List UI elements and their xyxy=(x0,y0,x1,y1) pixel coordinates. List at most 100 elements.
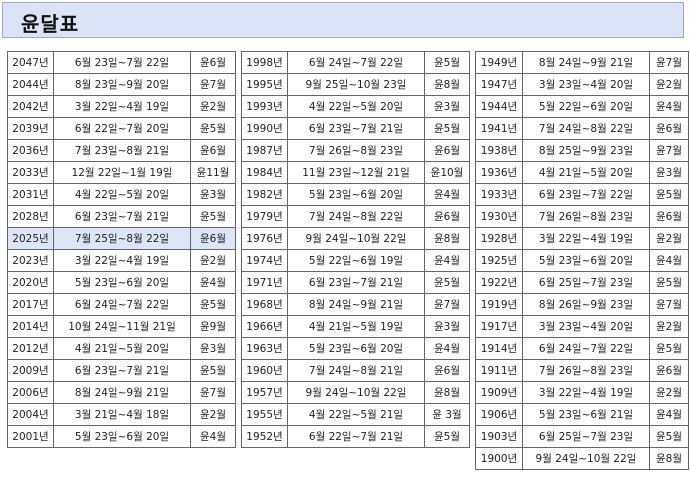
date-range-cell: 5월 23일~6월 21일 xyxy=(522,403,650,426)
date-range-cell: 6월 24일~7월 22일 xyxy=(522,337,650,360)
date-range-cell: 6월 22일~7월 20일 xyxy=(53,117,191,140)
year-cell: 1941년 xyxy=(475,117,523,140)
table-row: 2006년 8월 24일~9월 21일 윤7월 xyxy=(7,381,236,404)
leap-month-cell: 윤6월 xyxy=(190,227,236,250)
date-range-cell: 9월 24일~10월 22일 xyxy=(287,381,425,404)
title-bar: 윤달표 xyxy=(2,2,684,38)
date-range-cell: 6월 23일~7월 21일 xyxy=(287,271,425,294)
date-range-cell: 11월 23일~12월 21일 xyxy=(287,161,425,184)
leap-month-cell: 윤6월 xyxy=(649,205,689,228)
year-cell: 2004년 xyxy=(7,403,54,426)
year-cell: 1925년 xyxy=(475,249,523,272)
year-cell: 2023년 xyxy=(7,249,54,272)
date-range-cell: 10월 24일~11월 21일 xyxy=(53,315,191,338)
page-title: 윤달표 xyxy=(21,12,80,36)
date-range-cell: 6월 23일~7월 22일 xyxy=(522,183,650,206)
date-range-cell: 5월 23일~6월 20일 xyxy=(53,425,191,448)
date-range-cell: 9월 24일~10월 22일 xyxy=(522,447,650,470)
table-row: 1979년 7월 24일~8월 22일 윤6월 xyxy=(241,205,470,228)
table-row: 1987년 7월 26일~8월 23일 윤6월 xyxy=(241,139,470,162)
leap-month-cell: 윤4월 xyxy=(649,403,689,426)
table-row: 2009년 6월 23일~7월 21일 윤5월 xyxy=(7,359,236,382)
leap-month-cell: 윤5월 xyxy=(190,205,236,228)
date-range-cell: 6월 25일~7월 23일 xyxy=(522,425,650,448)
date-range-cell: 9월 24일~10월 22일 xyxy=(287,227,425,250)
year-cell: 1938년 xyxy=(475,139,523,162)
date-range-cell: 8월 26일~9월 23일 xyxy=(522,293,650,316)
date-range-cell: 5월 23일~6월 20일 xyxy=(522,249,650,272)
table-row: 1906년 5월 23일~6월 21일 윤4월 xyxy=(475,403,689,426)
leap-month-cell: 윤3월 xyxy=(424,315,470,338)
date-range-cell: 3월 21일~4월 18일 xyxy=(53,403,191,426)
leap-month-cell: 윤6월 xyxy=(649,359,689,382)
year-cell: 1922년 xyxy=(475,271,523,294)
year-cell: 1960년 xyxy=(241,359,288,382)
date-range-cell: 6월 24일~7월 22일 xyxy=(287,51,425,74)
year-cell: 1947년 xyxy=(475,73,523,96)
year-cell: 1909년 xyxy=(475,381,523,404)
leap-month-cell: 윤3월 xyxy=(190,183,236,206)
leap-month-cell: 윤5월 xyxy=(649,183,689,206)
year-cell: 1936년 xyxy=(475,161,523,184)
year-cell: 2020년 xyxy=(7,271,54,294)
date-range-cell: 5월 22일~6월 19일 xyxy=(287,249,425,272)
date-range-cell: 7월 24일~8월 21일 xyxy=(287,359,425,382)
year-cell: 1966년 xyxy=(241,315,288,338)
date-range-cell: 5월 22일~6월 20일 xyxy=(522,95,650,118)
table-row: 1974년 5월 22일~6월 19일 윤4월 xyxy=(241,249,470,272)
table-row: 1982년 5월 23일~6월 20일 윤4월 xyxy=(241,183,470,206)
leap-month-table-2: 1998년 6월 24일~7월 22일 윤5월 1995년 9월 25일~10월 23일… xyxy=(241,51,470,448)
year-cell: 1968년 xyxy=(241,293,288,316)
date-range-cell: 6월 22일~7월 21일 xyxy=(287,425,425,448)
date-range-cell: 6월 23일~7월 22일 xyxy=(53,51,191,74)
date-range-cell: 8월 24일~9월 21일 xyxy=(287,293,425,316)
table-row: 1941년 7월 24일~8월 22일 윤6월 xyxy=(475,117,689,140)
table-row: 1990년 6월 23일~7월 21일 윤5월 xyxy=(241,117,470,140)
table-row: 2014년 10월 24일~11월 21일 윤9월 xyxy=(7,315,236,338)
table-row: 2036년 7월 23일~8월 21일 윤6월 xyxy=(7,139,236,162)
year-cell: 1982년 xyxy=(241,183,288,206)
leap-month-cell: 윤8월 xyxy=(424,381,470,404)
table-row: 1952년 6월 22일~7월 21일 윤5월 xyxy=(241,425,470,448)
leap-month-cell: 윤6월 xyxy=(190,51,236,74)
leap-month-cell: 윤5월 xyxy=(424,51,470,74)
leap-month-cell: 윤7월 xyxy=(190,381,236,404)
leap-month-cell: 윤4월 xyxy=(424,337,470,360)
date-range-cell: 4월 22일~5월 20일 xyxy=(287,95,425,118)
table-row: 1984년 11월 23일~12월 21일 윤10월 xyxy=(241,161,470,184)
date-range-cell: 3월 23일~4월 20일 xyxy=(522,315,650,338)
year-cell: 1987년 xyxy=(241,139,288,162)
year-cell: 2033년 xyxy=(7,161,54,184)
year-cell: 2017년 xyxy=(7,293,54,316)
date-range-cell: 8월 23일~9월 20일 xyxy=(53,73,191,96)
year-cell: 2042년 xyxy=(7,95,54,118)
table-row: 1955년 4월 22일~5월 21일 윤 3월 xyxy=(241,403,470,426)
table-row: 1995년 9월 25일~10월 23일 윤8월 xyxy=(241,73,470,96)
leap-month-cell: 윤8월 xyxy=(424,227,470,250)
leap-month-cell: 윤2월 xyxy=(649,73,689,96)
table-row: 2020년 5월 23일~6월 20일 윤4월 xyxy=(7,271,236,294)
leap-month-cell: 윤5월 xyxy=(190,117,236,140)
leap-month-cell: 윤5월 xyxy=(424,425,470,448)
table-row: 1938년 8월 25일~9월 23일 윤7월 xyxy=(475,139,689,162)
leap-month-cell: 윤6월 xyxy=(424,359,470,382)
year-cell: 1963년 xyxy=(241,337,288,360)
table-row: 2012년 4월 21일~5월 20일 윤3월 xyxy=(7,337,236,360)
leap-month-cell: 윤2월 xyxy=(190,249,236,272)
table-row: 2033년 12월 22일~1월 19일 윤11월 xyxy=(7,161,236,184)
table-row: 1933년 6월 23일~7월 22일 윤5월 xyxy=(475,183,689,206)
date-range-cell: 6월 25일~7월 23일 xyxy=(522,271,650,294)
leap-month-cell: 윤4월 xyxy=(190,425,236,448)
leap-month-cell: 윤8월 xyxy=(649,447,689,470)
date-range-cell: 4월 21일~5월 19일 xyxy=(287,315,425,338)
table-row: 1971년 6월 23일~7월 21일 윤5월 xyxy=(241,271,470,294)
year-cell: 2044년 xyxy=(7,73,54,96)
table-row: 2023년 3월 22일~4월 19일 윤2월 xyxy=(7,249,236,272)
table-row: 2042년 3월 22일~4월 19일 윤2월 xyxy=(7,95,236,118)
leap-month-cell: 윤3월 xyxy=(649,161,689,184)
table-row: 1919년 8월 26일~9월 23일 윤7월 xyxy=(475,293,689,316)
table-row: 2017년 6월 24일~7월 22일 윤5월 xyxy=(7,293,236,316)
leap-month-cell: 윤11월 xyxy=(190,161,236,184)
leap-month-cell: 윤2월 xyxy=(190,403,236,426)
leap-month-cell: 윤2월 xyxy=(649,227,689,250)
